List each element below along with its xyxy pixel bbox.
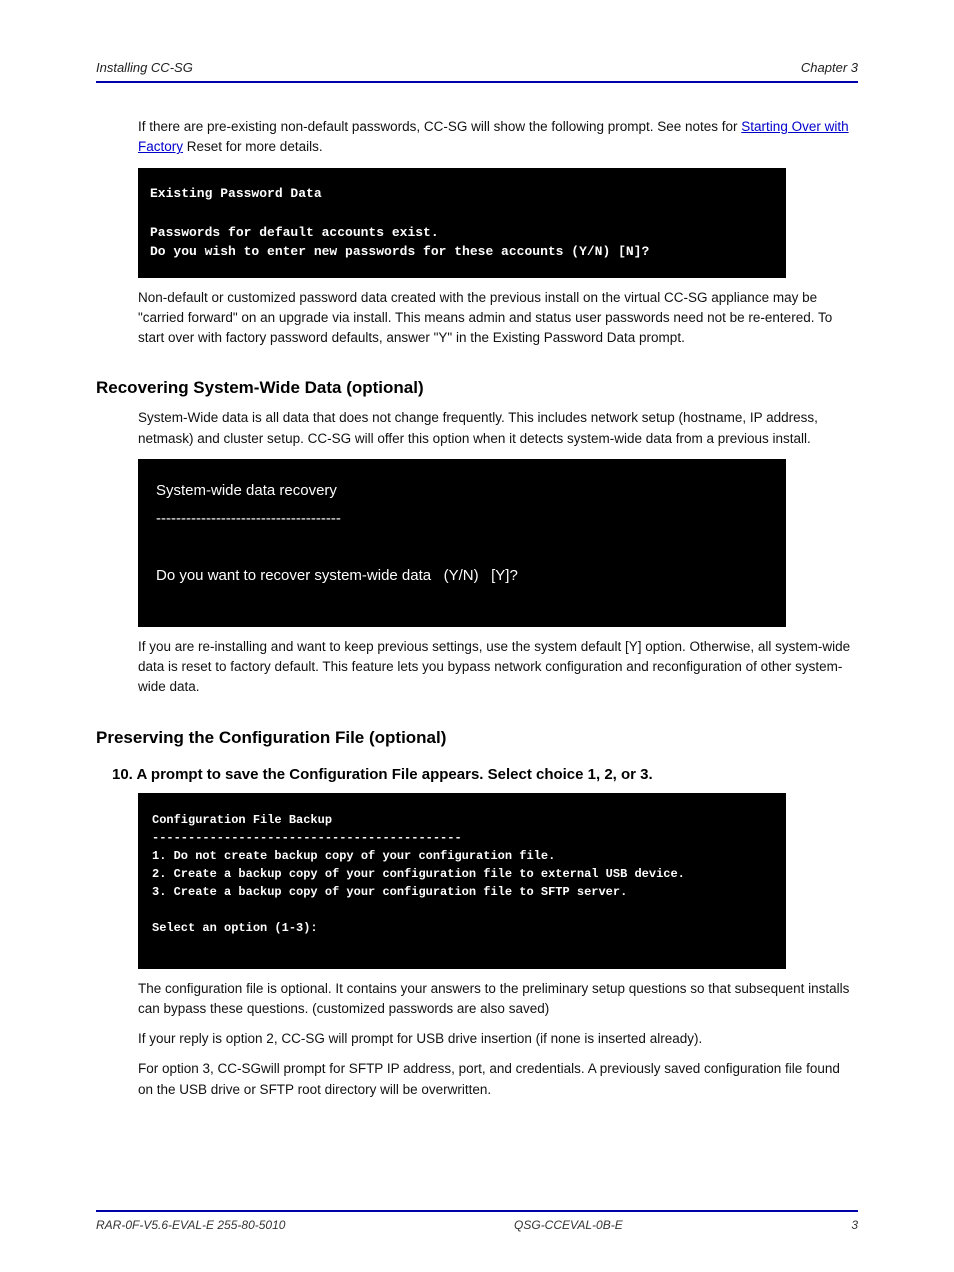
heading-recover: Recovering System-Wide Data (optional) — [96, 378, 858, 398]
para-cfg3: For option 3, CC-SGwill prompt for SFTP … — [138, 1059, 858, 1100]
header-left: Installing CC-SG — [96, 60, 193, 75]
terminal-existing-password: Existing Password Data Passwords for def… — [138, 168, 786, 278]
header-right: Chapter 3 — [801, 60, 858, 75]
heading-preserve: Preserving the Configuration File (optio… — [96, 728, 858, 748]
bottom-rule — [96, 1210, 858, 1212]
terminal-system-recovery: System-wide data recovery --------------… — [138, 459, 786, 627]
term3-title: Configuration File Backup — [152, 813, 332, 827]
term3-opt3: 3. Create a backup copy of your configur… — [152, 885, 627, 899]
term3-hr: ----------------------------------------… — [152, 831, 462, 845]
terminal-config-backup: Configuration File Backup --------------… — [138, 793, 786, 969]
term2-line1: Do you want to recover system-wide data … — [156, 567, 518, 584]
para-cfg2: If your reply is option 2, CC-SG will pr… — [138, 1029, 858, 1049]
term3-opt1: 1. Do not create backup copy of your con… — [152, 849, 555, 863]
footer-left: RAR-0F-V5.6-EVAL-E 255-80-5010 — [96, 1218, 285, 1232]
para-sysdef: If you are re-installing and want to kee… — [138, 637, 858, 698]
term3-opt2: 2. Create a backup copy of your configur… — [152, 867, 685, 881]
step9-intro: If there are pre-existing non-default pa… — [138, 117, 858, 158]
para-cfg1: The configuration file is optional. It c… — [138, 979, 858, 1020]
term1-line2: Do you wish to enter new passwords for t… — [150, 244, 649, 259]
para-recover: System-Wide data is all data that does n… — [138, 408, 858, 449]
footer-center: QSG-CCEVAL-0B-E — [285, 1218, 851, 1232]
term1-title: Existing Password Data — [150, 186, 322, 201]
term2-title: System-wide data recovery — [156, 482, 337, 499]
term1-line1: Passwords for default accounts exist. — [150, 225, 439, 240]
para-custom-passwords: Non-default or customized password data … — [138, 288, 858, 349]
footer-right: 3 — [851, 1218, 858, 1232]
term2-hr: ------------------------------------- — [156, 510, 341, 527]
step-10: 10. A prompt to save the Configuration F… — [112, 766, 858, 783]
term3-select: Select an option (1-3): — [152, 921, 318, 935]
